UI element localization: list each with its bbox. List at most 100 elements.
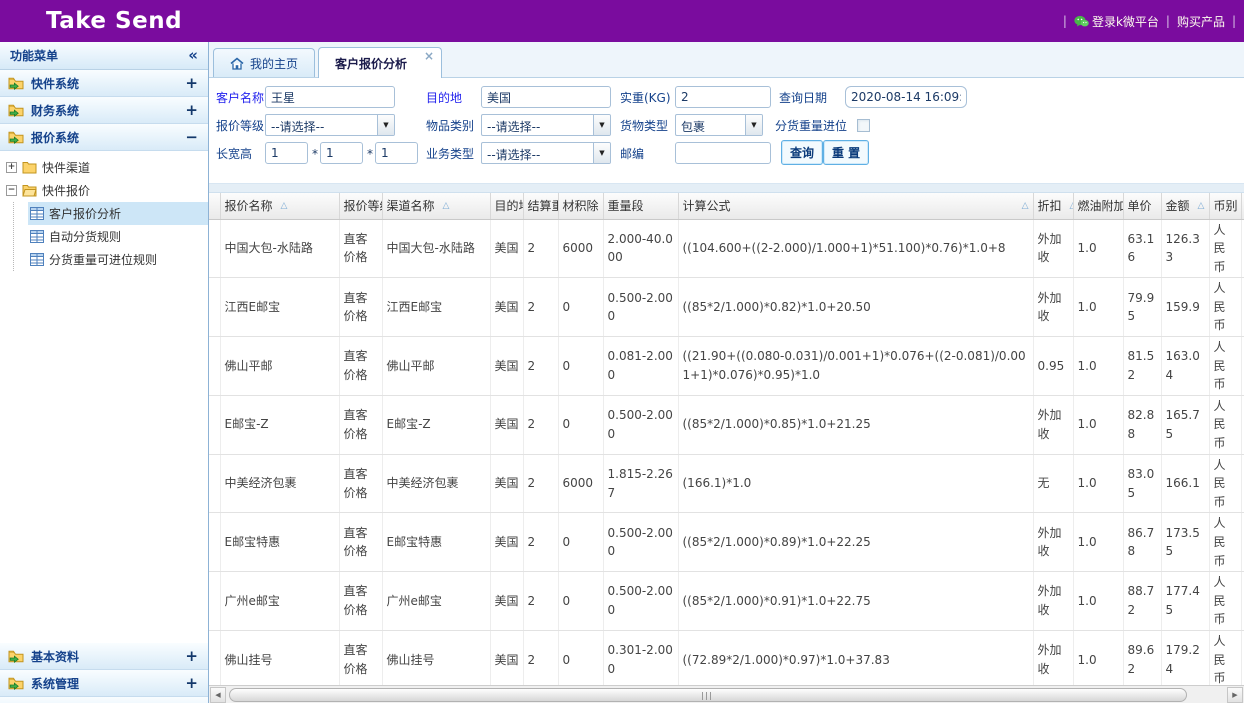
collapse-minus-icon[interactable]: − [185, 130, 198, 145]
dropdown-arrow-icon[interactable]: ▼ [377, 115, 394, 135]
login-kwei-link[interactable]: 登录k微平台 [1074, 13, 1159, 30]
tree-leaf-customer-quote-analysis[interactable]: 客户报价分析 [28, 202, 208, 225]
sidebar-item-express-system[interactable]: 快件系统 + [0, 70, 208, 97]
cell-channel-name[interactable]: E邮宝-Z [382, 395, 490, 454]
customer-name-input[interactable] [265, 86, 395, 108]
sort-triangle-icon[interactable]: △ [281, 201, 288, 211]
sidebar-item-finance-system[interactable]: 财务系统 + [0, 97, 208, 124]
sidebar-item-basic-data[interactable]: 基本资料 + [0, 643, 208, 670]
cell-channel-name[interactable]: 佛山平邮 [382, 337, 490, 396]
column-header-volume-divisor[interactable]: 材积除 [558, 193, 603, 219]
width-input[interactable] [320, 142, 363, 164]
column-header-quote-name[interactable]: 报价名称△ [220, 193, 339, 219]
table-row[interactable]: 中美经济包裹直客价格中美经济包裹美国260001.815-2.267(166.1… [209, 454, 1244, 513]
goods-type-select[interactable]: 包裹 ▼ [675, 114, 763, 136]
tab-my-homepage[interactable]: 我的主页 [213, 48, 315, 77]
cell-destination: 美国 [490, 513, 523, 572]
scrollbar-thumb[interactable] [229, 688, 1187, 702]
table-row[interactable]: 佛山挂号直客价格佛山挂号美国200.301-2.000((72.89*2/1.0… [209, 630, 1244, 685]
cell-unit-price: 86.78 [1123, 513, 1161, 572]
column-header-unit-price[interactable]: 单价 [1123, 193, 1161, 219]
sort-triangle-icon[interactable]: △ [443, 201, 450, 211]
close-tab-icon[interactable]: × [424, 50, 434, 62]
column-header-formula[interactable]: 计算公式△ [678, 193, 1033, 219]
destination-input[interactable] [481, 86, 611, 108]
column-header-destination[interactable]: 目的地 [490, 193, 523, 219]
brand-logo: Take Send [46, 8, 182, 34]
table-row[interactable]: E邮宝特惠直客价格E邮宝特惠美国200.500-2.000((85*2/1.00… [209, 513, 1244, 572]
column-header-discount[interactable]: 折扣△ [1033, 193, 1073, 219]
column-header-settle-weight[interactable]: 结算重量 [523, 193, 558, 219]
tree-collapse-icon[interactable]: − [6, 185, 17, 196]
postcode-input[interactable] [675, 142, 771, 164]
column-header-currency[interactable]: 币别 [1209, 193, 1241, 219]
business-type-select[interactable]: --请选择-- ▼ [481, 142, 611, 164]
column-header-amount[interactable]: 金额△ [1161, 193, 1209, 219]
query-button[interactable]: 查询 [781, 140, 823, 165]
dropdown-arrow-icon[interactable]: ▼ [593, 115, 610, 135]
expand-plus-icon[interactable]: + [185, 649, 198, 664]
scroll-right-arrow-icon[interactable]: ▶ [1227, 687, 1243, 703]
buy-product-link[interactable]: 购买产品 [1177, 13, 1225, 30]
table-row[interactable]: 广州e邮宝直客价格广州e邮宝美国200.500-2.000((85*2/1.00… [209, 572, 1244, 631]
tab-customer-quote-analysis[interactable]: 客户报价分析 × [318, 47, 442, 78]
height-input[interactable] [375, 142, 418, 164]
postcode-label: 邮编 [620, 143, 644, 165]
cell-channel-name[interactable]: 中美经济包裹 [382, 454, 490, 513]
quote-grade-select[interactable]: --请选择-- ▼ [265, 114, 395, 136]
dropdown-arrow-icon[interactable]: ▼ [745, 115, 762, 135]
query-date-input[interactable] [845, 86, 967, 108]
cell-channel-name[interactable]: 中国大包-水陆路 [382, 219, 490, 278]
cell-quote-name: 江西E邮宝 [220, 278, 339, 337]
column-header-channel-name[interactable]: 渠道名称△ [382, 193, 490, 219]
sidebar-item-quote-system[interactable]: 报价系统 − [0, 124, 208, 151]
tree-node-express-channel[interactable]: + 快件渠道 [6, 156, 208, 179]
tree-leaf-auto-sorting-rule[interactable]: 自动分货规则 [28, 225, 208, 248]
dropdown-arrow-icon[interactable]: ▼ [593, 143, 610, 163]
sort-triangle-icon[interactable]: △ [1070, 201, 1073, 211]
sidebar-item-system-management[interactable]: 系统管理 + [0, 670, 208, 697]
sort-triangle-icon[interactable]: △ [1022, 201, 1029, 211]
cell-channel-name[interactable]: 佛山挂号 [382, 630, 490, 685]
collapse-sidebar-icon[interactable]: « [188, 48, 198, 63]
cell-channel-name[interactable]: 江西E邮宝 [382, 278, 490, 337]
column-header-quote-grade[interactable]: 报价等级 [339, 193, 382, 219]
expand-plus-icon[interactable]: + [185, 676, 198, 691]
table-row[interactable]: 佛山平邮直客价格佛山平邮美国200.081-2.000((21.90+((0.0… [209, 337, 1244, 396]
table-row[interactable]: 江西E邮宝直客价格江西E邮宝美国200.500-2.000((85*2/1.00… [209, 278, 1244, 337]
length-input[interactable] [265, 142, 308, 164]
sidebar-item-clipped[interactable] [0, 697, 208, 703]
sort-triangle-icon[interactable]: △ [1198, 201, 1205, 211]
cell-settle-weight: 2 [523, 278, 558, 337]
quote-grid-area: 报价名称△报价等级渠道名称△目的地结算重量材积除重量段计算公式△折扣△燃油附加单… [209, 193, 1244, 685]
cell-volume-divisor: 0 [558, 513, 603, 572]
cell-weight-range: 0.301-2.000 [603, 630, 678, 685]
tab-label: 我的主页 [250, 55, 298, 72]
weight-carry-checkbox[interactable] [857, 119, 870, 132]
actual-weight-input[interactable] [675, 86, 771, 108]
column-header-fuel-surcharge[interactable]: 燃油附加 [1073, 193, 1123, 219]
cell-unit-price: 88.72 [1123, 572, 1161, 631]
scroll-left-arrow-icon[interactable]: ◀ [210, 687, 226, 703]
cell-fuel-surcharge: 1.0 [1073, 572, 1123, 631]
tree-node-express-quote[interactable]: − 快件报价 [6, 179, 208, 202]
column-label: 结算重量 [528, 197, 559, 214]
cell-fuel-surcharge: 1.0 [1073, 454, 1123, 513]
cell-channel-name[interactable]: E邮宝特惠 [382, 513, 490, 572]
tree-leaf-weight-carry-rule[interactable]: 分货重量可进位规则 [28, 248, 208, 271]
separator: | [1232, 14, 1236, 28]
horizontal-scrollbar[interactable]: ◀ ▶ [209, 685, 1244, 703]
column-header-weight-range[interactable]: 重量段 [603, 193, 678, 219]
expand-plus-icon[interactable]: + [185, 76, 198, 91]
reset-button[interactable]: 重 置 [823, 140, 869, 165]
cell-discount: 外加收 [1033, 219, 1073, 278]
expand-plus-icon[interactable]: + [185, 103, 198, 118]
item-category-select[interactable]: --请选择-- ▼ [481, 114, 611, 136]
cell-settle-weight: 2 [523, 630, 558, 685]
cell-unit-price: 82.88 [1123, 395, 1161, 454]
cell-row-selector [209, 454, 220, 513]
cell-channel-name[interactable]: 广州e邮宝 [382, 572, 490, 631]
table-row[interactable]: 中国大包-水陆路直客价格中国大包-水陆路美国260002.000-40.000(… [209, 219, 1244, 278]
table-row[interactable]: E邮宝-Z直客价格E邮宝-Z美国200.500-2.000((85*2/1.00… [209, 395, 1244, 454]
tree-expand-icon[interactable]: + [6, 162, 17, 173]
